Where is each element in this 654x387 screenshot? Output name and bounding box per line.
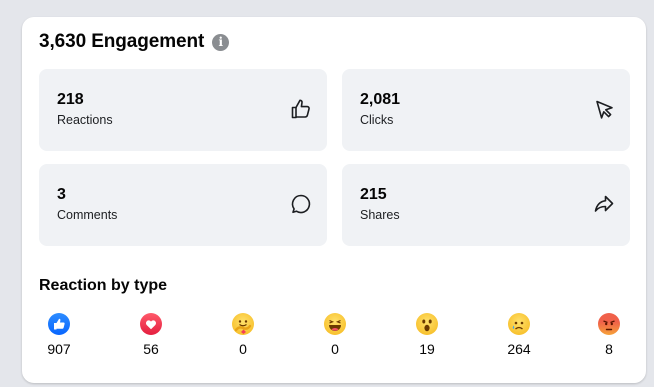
share-arrow-icon [592, 192, 616, 216]
stat-label: Reactions [57, 113, 113, 127]
reaction-count: 56 [143, 341, 159, 357]
reaction-like: 907 [39, 313, 79, 357]
reaction-count: 0 [331, 341, 339, 357]
haha-icon [324, 313, 346, 335]
stat-label: Comments [57, 208, 118, 222]
care-icon [232, 313, 254, 335]
stat-value: 3 [57, 186, 66, 203]
reaction-by-type-title: Reaction by type [39, 277, 168, 294]
angry-icon [598, 313, 620, 335]
reaction-count: 264 [507, 341, 531, 357]
stat-value: 218 [57, 91, 84, 108]
engagement-card: 3,630 Engagement i 218 Reactions 2,081 C… [22, 17, 646, 383]
reaction-count: 0 [239, 341, 247, 357]
thumbs-up-icon [289, 97, 313, 121]
stat-clicks[interactable]: 2,081 Clicks [342, 69, 630, 151]
stat-value: 2,081 [360, 91, 401, 108]
reaction-sad: 264 [499, 313, 539, 357]
reaction-care: 0 [223, 313, 263, 357]
reaction-count: 907 [47, 341, 71, 357]
stats-grid: 218 Reactions 2,081 Clicks 3 Comments 21… [39, 69, 630, 246]
wow-icon [416, 313, 438, 335]
info-icon[interactable]: i [212, 33, 230, 51]
card-header: 3,630 Engagement i [39, 31, 230, 53]
comment-bubble-icon [289, 192, 313, 216]
engagement-title: 3,630 Engagement [39, 31, 205, 52]
stat-comments[interactable]: 3 Comments [39, 164, 327, 246]
reaction-count: 8 [605, 341, 613, 357]
sad-icon [508, 313, 530, 335]
stat-label: Clicks [360, 113, 394, 127]
reaction-angry: 8 [589, 313, 629, 357]
reaction-count: 19 [419, 341, 435, 357]
love-icon [140, 313, 162, 335]
stat-shares[interactable]: 215 Shares [342, 164, 630, 246]
reactions-row: 907 56 0 0 19 264 8 [39, 313, 629, 363]
stat-label: Shares [360, 208, 400, 222]
cursor-icon [592, 97, 616, 121]
like-icon [48, 313, 70, 335]
stat-value: 215 [360, 186, 387, 203]
reaction-love: 56 [131, 313, 171, 357]
stat-reactions[interactable]: 218 Reactions [39, 69, 327, 151]
reaction-haha: 0 [315, 313, 355, 357]
reaction-wow: 19 [407, 313, 447, 357]
